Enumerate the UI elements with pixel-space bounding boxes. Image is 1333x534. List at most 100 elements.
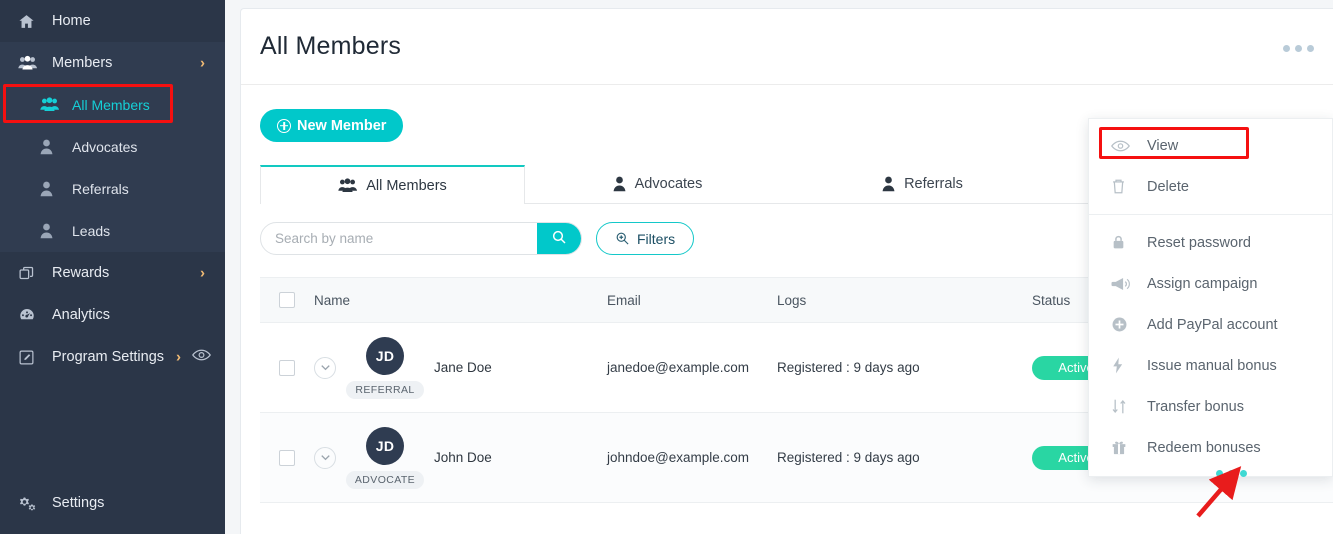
tab-label: Referrals — [904, 176, 963, 192]
chevron-right-icon: › — [176, 348, 181, 366]
column-header-name: Name — [314, 292, 351, 308]
gears-icon — [18, 495, 44, 512]
sidebar-item-referrals[interactable]: Referrals — [0, 168, 225, 210]
dropdown-item-issue-manual-bonus[interactable]: Issue manual bonus — [1089, 345, 1332, 386]
dropdown-item-label: Transfer bonus — [1147, 398, 1244, 415]
sidebar-item-label: Home — [52, 13, 91, 29]
plus-circle-icon — [277, 118, 291, 133]
new-member-button-label: New Member — [297, 117, 387, 134]
user-icon — [40, 181, 64, 197]
dropdown-item-label: Add PayPal account — [1147, 316, 1278, 333]
search-icon — [551, 229, 567, 248]
dropdown-item-assign-campaign[interactable]: Assign campaign — [1089, 263, 1332, 304]
trash-icon — [1111, 178, 1141, 195]
search-input[interactable] — [261, 223, 537, 254]
three-dots-icon — [1228, 470, 1235, 477]
dropdown-item-label: Delete — [1147, 178, 1189, 195]
three-dots-icon — [1307, 45, 1314, 52]
tab-referrals[interactable]: Referrals — [790, 165, 1055, 203]
avatar: JD — [366, 336, 404, 375]
sidebar-item-label: Settings — [52, 495, 105, 511]
page-header: All Members — [241, 9, 1333, 85]
user-icon — [882, 176, 895, 192]
column-header-logs: Logs — [777, 292, 807, 308]
page-title: All Members — [260, 32, 402, 60]
gift-icon — [1111, 439, 1141, 456]
megaphone-icon — [1111, 276, 1141, 292]
sidebar-item-settings[interactable]: Settings — [0, 482, 225, 524]
filter-zoom-icon — [615, 231, 630, 246]
row-checkbox[interactable] — [279, 449, 295, 466]
dropdown-item-add-paypal-account[interactable]: Add PayPal account — [1089, 304, 1332, 345]
row-actions-dropdown: View Delete Reset password Assign campai… — [1088, 118, 1333, 477]
sidebar-settings-wrap: Settings — [0, 482, 225, 524]
sidebar-item-label: Rewards — [52, 265, 110, 281]
dropdown-item-label: Redeem bonuses — [1147, 439, 1261, 456]
home-icon — [18, 13, 44, 30]
select-all-checkbox[interactable] — [279, 292, 295, 308]
dropdown-item-label: Assign campaign — [1147, 275, 1258, 292]
dropdown-item-label: View — [1147, 137, 1179, 154]
eye-icon — [1111, 139, 1141, 153]
members-group-icon — [18, 55, 44, 72]
transfer-arrows-icon — [1111, 398, 1141, 415]
page-overflow-menu[interactable] — [1283, 45, 1314, 52]
member-email: johndoe@example.com — [607, 450, 750, 465]
lightning-bolt-icon — [1111, 357, 1141, 374]
three-dots-icon — [1240, 470, 1247, 477]
sidebar-item-label: Leads — [72, 223, 111, 239]
member-name: John Doe — [434, 450, 492, 465]
dropdown-item-view[interactable]: View — [1089, 125, 1332, 166]
row-overflow-menu[interactable] — [1216, 470, 1247, 477]
program-settings-pencil-icon — [18, 349, 44, 366]
sidebar-item-home[interactable]: Home — [0, 0, 225, 42]
search-button[interactable] — [537, 223, 581, 254]
dropdown-item-redeem-bonuses[interactable]: Redeem bonuses — [1089, 427, 1332, 468]
three-dots-icon — [1216, 470, 1223, 477]
member-logs: Registered : 9 days ago — [777, 360, 920, 375]
row-select-cell — [260, 359, 314, 376]
avatar: JD — [366, 426, 404, 465]
plus-circle-icon — [1111, 316, 1141, 333]
sidebar-item-analytics[interactable]: Analytics — [0, 294, 225, 336]
role-badge: REFERRAL — [346, 380, 424, 399]
sidebar-item-program-settings[interactable]: Program Settings › — [0, 336, 225, 378]
chevron-right-icon: › — [200, 54, 205, 72]
search-box — [260, 222, 582, 255]
dropdown-item-delete[interactable]: Delete — [1089, 166, 1332, 207]
sidebar-item-all-members[interactable]: All Members — [0, 84, 225, 126]
tab-advocates[interactable]: Advocates — [525, 165, 790, 203]
rewards-icon — [18, 265, 44, 282]
dropdown-item-reset-password[interactable]: Reset password — [1089, 222, 1332, 263]
sidebar: Home Members › All Members Advocates Ref… — [0, 0, 225, 534]
sidebar-item-members[interactable]: Members › — [0, 42, 225, 84]
filters-button[interactable]: Filters — [596, 222, 695, 255]
expand-row-chevron-down-icon[interactable] — [314, 446, 336, 469]
dropdown-item-label: Reset password — [1147, 234, 1251, 251]
sidebar-item-label: Analytics — [52, 307, 111, 323]
tab-label: All Members — [366, 177, 447, 194]
sidebar-item-rewards[interactable]: Rewards › — [0, 252, 225, 294]
sidebar-item-advocates[interactable]: Advocates — [0, 126, 225, 168]
row-name-cell: JD ADVOCATE John Doe — [314, 426, 607, 489]
expand-row-chevron-down-icon[interactable] — [314, 356, 336, 379]
user-icon — [40, 139, 64, 155]
eye-icon[interactable] — [192, 348, 211, 366]
members-group-icon — [338, 177, 358, 194]
sidebar-item-label: Program Settings — [52, 349, 165, 365]
sidebar-item-leads[interactable]: Leads — [0, 210, 225, 252]
sidebar-item-label: Members — [52, 55, 113, 71]
sidebar-item-label: All Members — [72, 97, 150, 113]
member-logs: Registered : 9 days ago — [777, 450, 920, 465]
new-member-button[interactable]: New Member — [260, 109, 404, 142]
dropdown-item-transfer-bonus[interactable]: Transfer bonus — [1089, 386, 1332, 427]
sidebar-item-label: Advocates — [72, 139, 138, 155]
tab-label: Advocates — [634, 176, 703, 192]
avatar-wrap: JD ADVOCATE — [345, 426, 425, 489]
sidebar-item-label: Referrals — [72, 181, 129, 197]
row-name-cell: JD REFERRAL Jane Doe — [314, 336, 607, 399]
lock-icon — [1111, 234, 1141, 251]
row-checkbox[interactable] — [279, 359, 295, 376]
tab-all-members[interactable]: All Members — [260, 165, 525, 204]
member-email: janedoe@example.com — [607, 360, 750, 375]
